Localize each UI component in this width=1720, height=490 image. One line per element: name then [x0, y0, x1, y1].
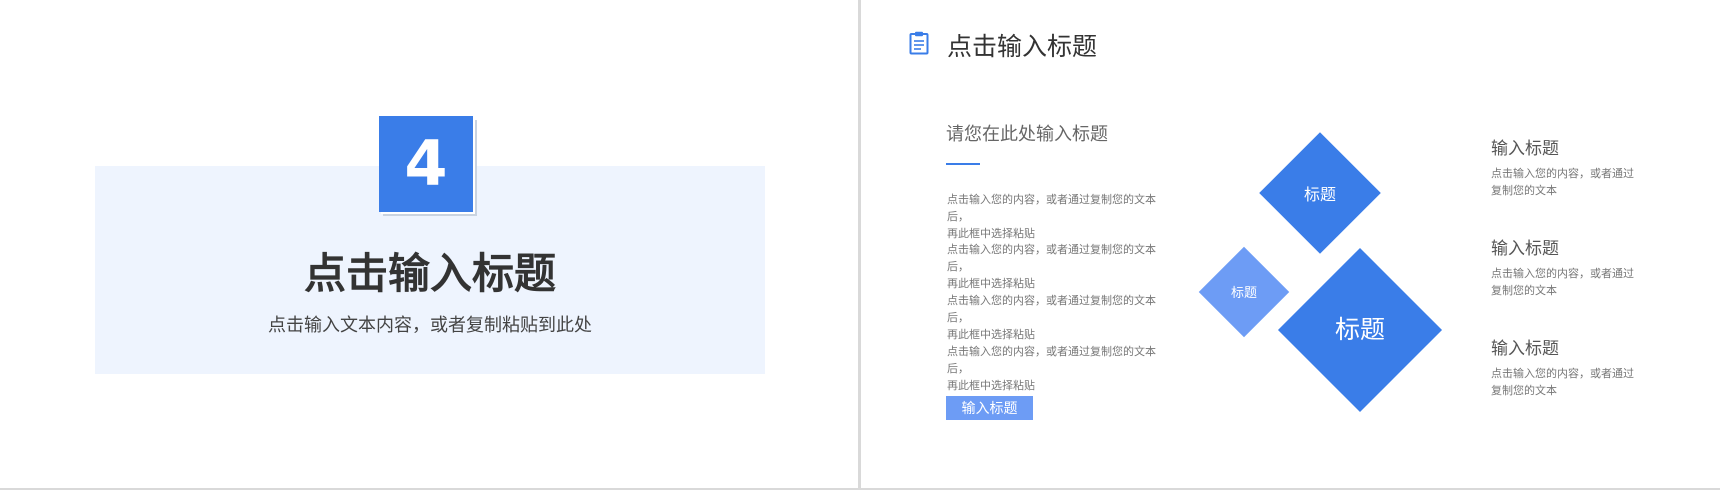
- paragraph-line: 再此框中选择粘贴: [947, 227, 1035, 240]
- paragraph-line: 再此框中选择粘贴: [947, 328, 1035, 341]
- side-item-desc[interactable]: 点击输入您的内容，或者通过 复制您的文本: [1491, 165, 1641, 199]
- paragraph[interactable]: 点击输入您的内容，或者通过复制您的文本后， 再此框中选择粘贴: [947, 292, 1177, 343]
- side-item-line: 复制您的文本: [1491, 384, 1557, 397]
- input-title-button[interactable]: 输入标题: [946, 396, 1033, 420]
- side-item-line: 复制您的文本: [1491, 184, 1557, 197]
- diamond-top-label: 标题: [1303, 185, 1336, 204]
- side-item-line: 点击输入您的内容，或者通过: [1491, 367, 1634, 380]
- paragraph-line: 再此框中选择粘贴: [947, 277, 1035, 290]
- side-item-title[interactable]: 输入标题: [1491, 334, 1559, 359]
- section-underline: [946, 163, 980, 165]
- paragraph-line: 点击输入您的内容，或者通过复制您的文本后，: [947, 193, 1156, 223]
- paragraph-line: 点击输入您的内容，或者通过复制您的文本后，: [947, 294, 1156, 324]
- side-item-line: 复制您的文本: [1491, 284, 1557, 297]
- slide-left: 4 点击输入标题 点击输入文本内容，或者复制粘贴到此处: [0, 0, 858, 490]
- side-item-line: 点击输入您的内容，或者通过: [1491, 267, 1634, 280]
- diamond-small-label: 标题: [1230, 286, 1257, 301]
- side-item-desc[interactable]: 点击输入您的内容，或者通过 复制您的文本: [1491, 265, 1641, 299]
- slide-title[interactable]: 点击输入标题: [95, 240, 765, 301]
- paragraph[interactable]: 点击输入您的内容，或者通过复制您的文本后， 再此框中选择粘贴: [947, 191, 1177, 242]
- section-number: 4: [404, 127, 448, 200]
- paragraph[interactable]: 点击输入您的内容，或者通过复制您的文本后， 再此框中选择粘贴: [947, 343, 1177, 394]
- side-item-desc[interactable]: 点击输入您的内容，或者通过 复制您的文本: [1491, 365, 1641, 399]
- slide-right: 点击输入标题 请您在此处输入标题 点击输入您的内容，或者通过复制您的文本后， 再…: [861, 0, 1720, 490]
- side-item-title[interactable]: 输入标题: [1491, 234, 1559, 259]
- paragraph-line: 再此框中选择粘贴: [947, 379, 1035, 392]
- side-item-title[interactable]: 输入标题: [1491, 134, 1559, 159]
- slide-subtitle[interactable]: 点击输入文本内容，或者复制粘贴到此处: [95, 311, 765, 337]
- paragraph-line: 点击输入您的内容，或者通过复制您的文本后，: [947, 243, 1156, 273]
- side-item-line: 点击输入您的内容，或者通过: [1491, 167, 1634, 180]
- paragraph-line: 点击输入您的内容，或者通过复制您的文本后，: [947, 345, 1156, 375]
- diamond-large-label: 标题: [1334, 315, 1385, 344]
- section-number-box: 4: [379, 116, 473, 212]
- section-title[interactable]: 请您在此处输入标题: [946, 120, 1108, 146]
- paragraph[interactable]: 点击输入您的内容，或者通过复制您的文本后， 再此框中选择粘贴: [947, 241, 1177, 292]
- clipboard-icon: [909, 31, 929, 55]
- header-title[interactable]: 点击输入标题: [947, 27, 1097, 63]
